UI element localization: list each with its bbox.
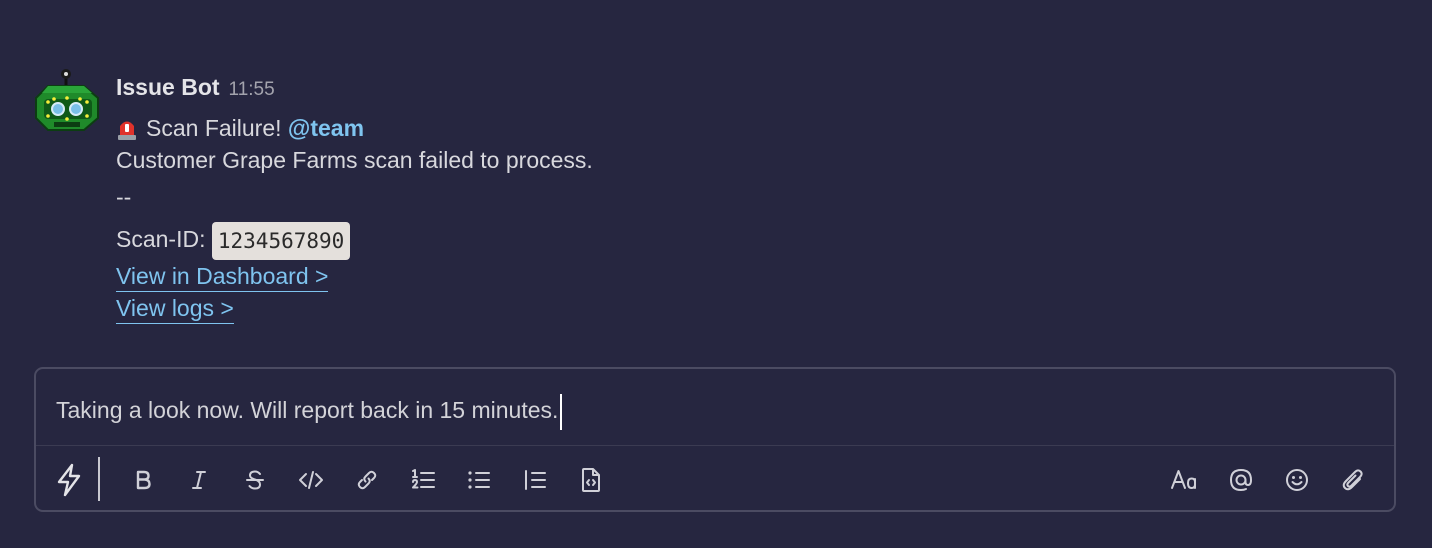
mention-icon[interactable] (1224, 463, 1258, 497)
ordered-list-icon[interactable] (406, 463, 440, 497)
scan-id-label: Scan-ID: (116, 226, 206, 252)
bulleted-list-icon[interactable] (462, 463, 496, 497)
message-body: Issue Bot 11:55 Scan Failure! @team Cust… (116, 74, 1394, 324)
attachment-icon[interactable] (1336, 463, 1370, 497)
dashboard-link-line: View in Dashboard > (116, 260, 1394, 292)
message-input-text: Taking a look now. Will report back in 1… (56, 397, 559, 423)
blockquote-icon[interactable] (518, 463, 552, 497)
toolbar-separator (98, 457, 100, 501)
strikethrough-icon[interactable] (238, 463, 272, 497)
message-text: Customer Grape Farms scan failed to proc… (116, 147, 593, 173)
team-mention[interactable]: @team (288, 115, 364, 141)
message-header: Issue Bot 11:55 (116, 74, 1394, 104)
message-input[interactable]: Taking a look now. Will report back in 1… (56, 391, 1374, 430)
separator-text: -- (116, 184, 132, 210)
rotating-light-icon (116, 116, 138, 140)
message-title-line: Scan Failure! @team (116, 112, 1394, 144)
link-icon[interactable] (350, 463, 384, 497)
message-composer: Taking a look now. Will report back in 1… (34, 367, 1396, 512)
formatting-toolbar (36, 457, 1394, 503)
text-caret (560, 393, 563, 430)
bold-icon[interactable] (126, 463, 160, 497)
view-logs-link[interactable]: View logs > (116, 295, 234, 324)
text-format-icon[interactable] (1168, 463, 1202, 497)
timestamp[interactable]: 11:55 (229, 79, 275, 101)
message-title: Scan Failure! (146, 115, 282, 141)
shortcuts-lightning-icon[interactable] (52, 463, 86, 497)
code-icon[interactable] (294, 463, 328, 497)
code-block-icon[interactable] (574, 463, 608, 497)
scan-id-code: 1234567890 (211, 221, 351, 260)
composer-divider (36, 445, 1394, 446)
view-dashboard-link[interactable]: View in Dashboard > (116, 263, 329, 292)
emoji-icon[interactable] (1280, 463, 1314, 497)
italic-icon[interactable] (182, 463, 216, 497)
logs-link-line: View logs > (116, 292, 1394, 324)
scan-id-line: Scan-ID: 1234567890 (116, 218, 1394, 260)
sender-name[interactable]: Issue Bot (116, 74, 220, 101)
message: Issue Bot 11:55 Scan Failure! @team Cust… (34, 66, 1394, 336)
bot-avatar[interactable] (34, 66, 102, 134)
